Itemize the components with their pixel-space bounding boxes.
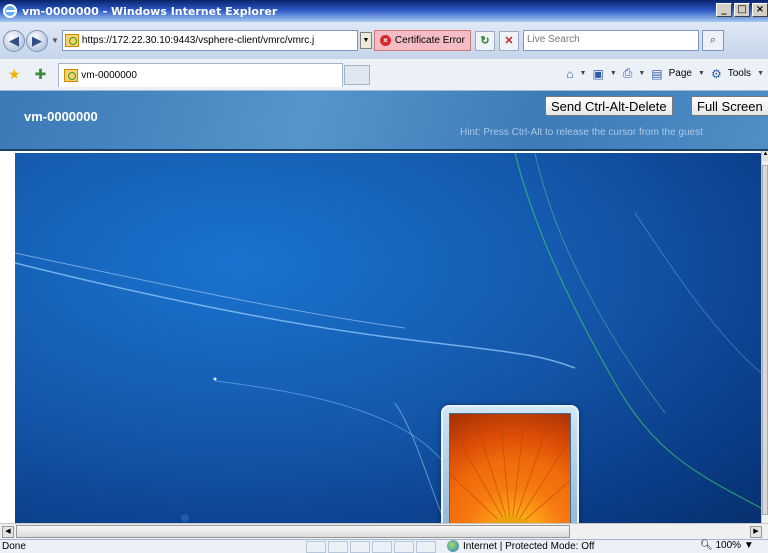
vm-console[interactable]: [15, 153, 761, 523]
vertical-scrollbar[interactable]: ▲: [761, 151, 768, 523]
home-icon[interactable]: ⌂: [566, 67, 573, 81]
address-toolbar: ◀ ▶ ▼ https://172.22.30.10:9443/vsphere-…: [0, 22, 768, 59]
globe-icon: [447, 540, 459, 552]
full-screen-button[interactable]: Full Screen: [691, 96, 768, 116]
vmrc-header: vm-0000000 Send Ctrl-Alt-Delete Full Scr…: [0, 91, 768, 151]
tab-command-bar: ★ ✚ vm-0000000 ⌂ ▼ ▣ ▼ ⎙ ▼ ▤ Page ▼ ⚙ Tools ▼: [0, 59, 768, 91]
forward-arrow-icon: ▶: [32, 32, 42, 48]
status-pane: [350, 541, 370, 553]
scroll-left-arrow-icon[interactable]: ◀: [2, 526, 14, 538]
add-favorites-icon[interactable]: ✚: [35, 66, 47, 83]
page-dropdown-icon[interactable]: ▼: [698, 70, 705, 77]
certificate-error-label: Certificate Error: [394, 35, 465, 46]
maximize-button[interactable]: □: [734, 3, 750, 17]
status-pane: [372, 541, 392, 553]
tab-vm[interactable]: vm-0000000: [58, 62, 344, 87]
vm-name: vm-0000000: [24, 109, 98, 124]
flower-image: [449, 413, 571, 531]
window-controls: _ □ ×: [716, 3, 768, 17]
url-text: https://172.22.30.10:9443/vsphere-client…: [81, 35, 315, 46]
zoom-dropdown-icon[interactable]: ▼: [744, 540, 754, 551]
release-cursor-hint: Hint: Press Ctrl-Alt to release the curs…: [460, 127, 703, 138]
scroll-right-arrow-icon[interactable]: ▶: [750, 526, 762, 538]
tools-dropdown-icon[interactable]: ▼: [757, 70, 764, 77]
send-ctrl-alt-delete-button[interactable]: Send Ctrl-Alt-Delete: [545, 96, 673, 116]
status-text: Done: [2, 541, 26, 552]
user-account-picture[interactable]: [441, 405, 579, 535]
stop-icon: ✕: [504, 34, 514, 47]
address-dropdown-button[interactable]: ▼: [359, 32, 372, 49]
vertical-scroll-thumb[interactable]: [762, 165, 768, 515]
console-left-margin: [0, 151, 15, 523]
refresh-icon: ↻: [480, 34, 490, 47]
address-field[interactable]: https://172.22.30.10:9443/vsphere-client…: [61, 30, 358, 51]
desktop-wallpaper: [15, 153, 761, 523]
page-menu-icon: ▤: [651, 66, 663, 81]
refresh-button[interactable]: ↻: [474, 30, 495, 51]
print-icon[interactable]: ⎙: [623, 66, 633, 81]
page-icon: [64, 34, 79, 47]
close-button[interactable]: ×: [752, 3, 768, 17]
tools-gear-icon: ⚙: [710, 66, 722, 81]
chevron-down-icon: ▼: [362, 37, 370, 44]
zoom-level[interactable]: 🔍︎ 100% ▼: [700, 540, 754, 551]
tab-label: vm-0000000: [81, 69, 137, 81]
minimize-button[interactable]: _: [716, 3, 732, 17]
status-pane: [328, 541, 348, 553]
window-titlebar: vm-0000000 - Windows Internet Explorer _…: [0, 0, 768, 22]
new-tab-button[interactable]: [344, 64, 371, 85]
status-pane: [416, 541, 436, 553]
search-input[interactable]: Live Search: [522, 30, 699, 51]
certificate-error-button[interactable]: × Certificate Error: [373, 30, 471, 51]
feeds-icon[interactable]: ▣: [592, 67, 603, 81]
forward-button[interactable]: ▶: [26, 29, 48, 52]
search-icon: ⌕: [709, 34, 717, 46]
ie-logo-icon: [3, 4, 17, 18]
stop-button[interactable]: ✕: [498, 30, 519, 51]
tab-page-icon: [64, 68, 79, 82]
status-bar: Done Internet | Protected Mode: Off 🔍︎ 1…: [0, 539, 768, 553]
tools-menu[interactable]: Tools: [728, 68, 751, 79]
command-buttons: ⌂ ▼ ▣ ▼ ⎙ ▼ ▤ Page ▼ ⚙ Tools ▼: [566, 66, 764, 81]
page-menu[interactable]: Page: [669, 68, 692, 79]
home-dropdown-icon[interactable]: ▼: [580, 70, 587, 77]
feeds-dropdown-icon[interactable]: ▼: [610, 70, 617, 77]
window-title: vm-0000000 - Windows Internet Explorer: [22, 4, 278, 18]
error-shield-icon: ×: [379, 35, 391, 46]
zoom-value: 100%: [715, 540, 742, 551]
back-arrow-icon: ◀: [9, 32, 19, 48]
security-zone[interactable]: Internet | Protected Mode: Off: [447, 540, 594, 552]
zoom-icon: 🔍︎: [700, 540, 713, 551]
status-pane: [306, 541, 326, 553]
status-pane: [394, 541, 414, 553]
scroll-up-arrow-icon[interactable]: ▲: [762, 151, 768, 161]
recent-pages-dropdown[interactable]: ▼: [51, 36, 59, 45]
favorites-star-icon[interactable]: ★: [8, 66, 21, 83]
print-dropdown-icon[interactable]: ▼: [638, 70, 645, 77]
search-button[interactable]: ⌕: [701, 30, 724, 51]
horizontal-scroll-thumb[interactable]: [16, 525, 570, 538]
zone-label: Internet | Protected Mode: Off: [463, 540, 595, 552]
status-panes: [306, 541, 436, 553]
horizontal-scrollbar[interactable]: ◀ ▶: [0, 523, 768, 539]
back-button[interactable]: ◀: [3, 29, 25, 52]
